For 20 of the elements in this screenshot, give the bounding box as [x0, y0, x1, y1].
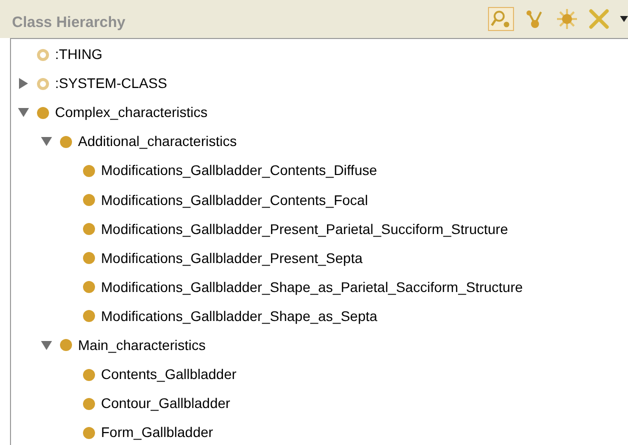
- tree-item-label[interactable]: Main_characteristics: [78, 334, 206, 356]
- panel-title: Class Hierarchy: [12, 12, 126, 33]
- dropdown-arrow-icon[interactable]: [620, 15, 628, 23]
- tree-item-label[interactable]: Modifications_Gallbladder_Present_Septa: [101, 248, 362, 269]
- tree-item-label[interactable]: Modifications_Gallbladder_Present_Parietal_Succiform_Structure: [101, 218, 508, 240]
- tree-item-label[interactable]: Additional_characteristics: [78, 131, 237, 152]
- tree-item-label[interactable]: Complex_characteristics: [55, 102, 208, 124]
- expanded-triangle-icon[interactable]: [18, 107, 28, 118]
- tree-item-label[interactable]: :SYSTEM-CLASS: [55, 73, 168, 94]
- expanded-triangle-icon[interactable]: [40, 340, 52, 351]
- tree-item-label[interactable]: Form_Gallbladder: [101, 422, 214, 444]
- tree-item-label[interactable]: Modifications_Gallbladder_Shape_as_Septa: [101, 306, 378, 327]
- collapsed-triangle-icon[interactable]: [18, 78, 28, 90]
- tree-item-label[interactable]: Modifications_Gallbladder_Shape_as_Parietal_Sacciform_Structure: [101, 276, 523, 298]
- tree-item-label[interactable]: Modifications_Gallbladder_Contents_Diffuse: [101, 160, 378, 182]
- tree-item-label[interactable]: :THING: [55, 44, 102, 66]
- tree-item-label[interactable]: Contour_Gallbladder: [101, 393, 230, 414]
- expanded-triangle-icon[interactable]: [40, 136, 52, 148]
- tree-item-label[interactable]: Contents_Gallbladder: [101, 364, 236, 386]
- tree-item-label[interactable]: Modifications_Gallbladder_Contents_Focal: [101, 190, 368, 211]
